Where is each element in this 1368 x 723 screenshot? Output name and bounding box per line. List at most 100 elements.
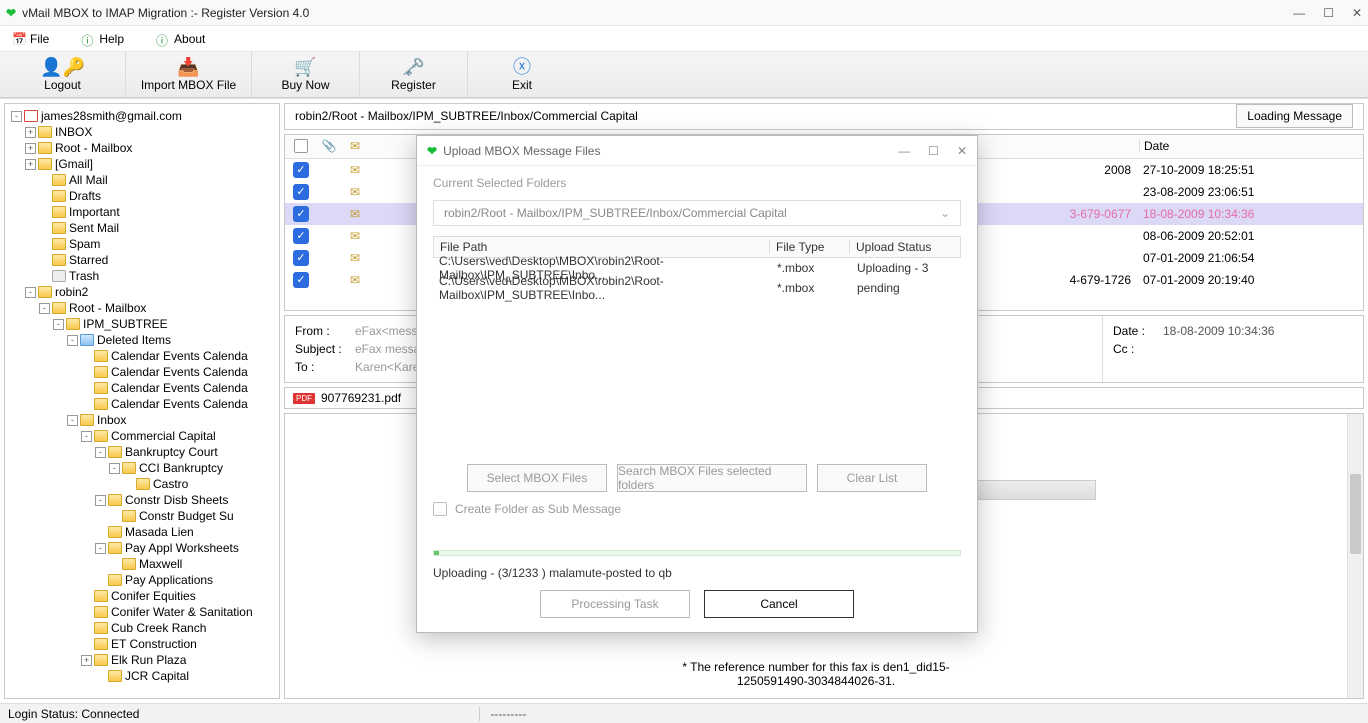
- menu-about[interactable]: ⓘ About: [156, 32, 205, 46]
- tree-toggle[interactable]: -: [81, 431, 92, 442]
- buy-button[interactable]: 🛒 Buy Now: [252, 52, 360, 97]
- menu-help[interactable]: ⓘ Help: [81, 32, 124, 46]
- tree-node[interactable]: -Inbox: [7, 412, 277, 428]
- select-mbox-button[interactable]: Select MBOX Files: [467, 464, 607, 492]
- folder-tree[interactable]: -james28smith@gmail.com+INBOX+Root - Mai…: [5, 104, 279, 698]
- logout-label: Logout: [44, 78, 81, 92]
- folder-icon: [94, 638, 108, 650]
- folder-icon: [52, 190, 66, 202]
- tree-node[interactable]: Drafts: [7, 188, 277, 204]
- row-checkbox[interactable]: ✓: [293, 162, 309, 178]
- tree-node[interactable]: All Mail: [7, 172, 277, 188]
- scroll-thumb[interactable]: [1350, 474, 1361, 554]
- tree-node[interactable]: -Deleted Items: [7, 332, 277, 348]
- dialog-close-icon[interactable]: ✕: [957, 144, 967, 158]
- tree-node[interactable]: Pay Applications: [7, 572, 277, 588]
- attachment-col-icon: 📎: [317, 139, 341, 153]
- loading-message-button[interactable]: Loading Message: [1236, 104, 1353, 128]
- tree-node[interactable]: Calendar Events Calenda: [7, 396, 277, 412]
- create-subfolder-checkbox[interactable]: [433, 502, 447, 516]
- register-button[interactable]: 🗝️ Register: [360, 52, 468, 97]
- tree-node[interactable]: +[Gmail]: [7, 156, 277, 172]
- import-button[interactable]: 📥 Import MBOX File: [126, 52, 252, 97]
- tree-node[interactable]: Conifer Equities: [7, 588, 277, 604]
- tree-node[interactable]: -Pay Appl Worksheets: [7, 540, 277, 556]
- close-icon[interactable]: ✕: [1352, 6, 1362, 20]
- tree-node[interactable]: Important: [7, 204, 277, 220]
- tree-label: Calendar Events Calenda: [111, 349, 248, 363]
- row-checkbox[interactable]: ✓: [293, 228, 309, 244]
- tree-label: Constr Disb Sheets: [125, 493, 228, 507]
- search-mbox-button[interactable]: Search MBOX Files selected folders: [617, 464, 807, 492]
- tree-node[interactable]: -Root - Mailbox: [7, 300, 277, 316]
- maximize-icon[interactable]: ☐: [1323, 6, 1334, 20]
- create-subfolder-checkbox-row[interactable]: Create Folder as Sub Message: [433, 502, 961, 516]
- tree-node[interactable]: Constr Budget Su: [7, 508, 277, 524]
- tree-node[interactable]: Calendar Events Calenda: [7, 380, 277, 396]
- logout-button[interactable]: 👤🔑 Logout: [0, 52, 126, 97]
- menu-file[interactable]: 📅 File: [12, 32, 49, 46]
- tree-toggle[interactable]: -: [95, 543, 106, 554]
- tree-node[interactable]: +INBOX: [7, 124, 277, 140]
- row-checkbox[interactable]: ✓: [293, 272, 309, 288]
- tree-toggle[interactable]: -: [95, 447, 106, 458]
- tree-toggle[interactable]: -: [11, 111, 22, 122]
- tree-toggle[interactable]: -: [67, 335, 78, 346]
- tree-node[interactable]: Calendar Events Calenda: [7, 364, 277, 380]
- processing-task-button[interactable]: Processing Task: [540, 590, 690, 618]
- tree-node[interactable]: Starred: [7, 252, 277, 268]
- date-col[interactable]: Date: [1139, 139, 1363, 153]
- tree-node[interactable]: -IPM_SUBTREE: [7, 316, 277, 332]
- cancel-button[interactable]: Cancel: [704, 590, 854, 618]
- tree-toggle[interactable]: +: [25, 159, 36, 170]
- breadcrumb: robin2/Root - Mailbox/IPM_SUBTREE/Inbox/…: [295, 109, 638, 123]
- dialog-maximize-icon[interactable]: ☐: [928, 144, 939, 158]
- tree-toggle[interactable]: +: [25, 127, 36, 138]
- tree-node[interactable]: -CCI Bankruptcy: [7, 460, 277, 476]
- window-titlebar: ❤ vMail MBOX to IMAP Migration :- Regist…: [0, 0, 1368, 26]
- tree-toggle[interactable]: -: [109, 463, 120, 474]
- file-type: *.mbox: [771, 261, 851, 275]
- tree-node[interactable]: -Commercial Capital: [7, 428, 277, 444]
- tree-toggle[interactable]: -: [95, 495, 106, 506]
- vertical-scrollbar[interactable]: [1347, 414, 1363, 698]
- row-checkbox[interactable]: ✓: [293, 206, 309, 222]
- tree-node[interactable]: -robin2: [7, 284, 277, 300]
- tree-node[interactable]: Castro: [7, 476, 277, 492]
- tree-label: Cub Creek Ranch: [111, 621, 206, 635]
- tree-node[interactable]: Maxwell: [7, 556, 277, 572]
- tree-node[interactable]: Sent Mail: [7, 220, 277, 236]
- exit-button[interactable]: ⓧ Exit: [468, 52, 576, 97]
- tree-toggle[interactable]: -: [53, 319, 64, 330]
- tree-label: ET Construction: [111, 637, 197, 651]
- clear-list-button[interactable]: Clear List: [817, 464, 927, 492]
- tree-toggle[interactable]: +: [25, 143, 36, 154]
- attachment-name[interactable]: 907769231.pdf: [321, 391, 401, 405]
- tree-node[interactable]: - Constr Disb Sheets: [7, 492, 277, 508]
- tree-node[interactable]: JCR Capital: [7, 668, 277, 684]
- tree-toggle[interactable]: -: [25, 287, 36, 298]
- row-checkbox[interactable]: ✓: [293, 250, 309, 266]
- dialog-minimize-icon[interactable]: —: [898, 144, 910, 158]
- tree-toggle[interactable]: -: [39, 303, 50, 314]
- tree-toggle[interactable]: +: [81, 655, 92, 666]
- tree-node[interactable]: Cub Creek Ranch: [7, 620, 277, 636]
- tree-node[interactable]: +Elk Run Plaza: [7, 652, 277, 668]
- tree-node[interactable]: Spam: [7, 236, 277, 252]
- tree-node[interactable]: -Bankruptcy Court: [7, 444, 277, 460]
- tree-node[interactable]: Calendar Events Calenda: [7, 348, 277, 364]
- tree-label: Spam: [69, 237, 100, 251]
- minimize-icon[interactable]: —: [1293, 6, 1305, 20]
- folder-icon: [52, 206, 66, 218]
- tree-node[interactable]: Conifer Water & Sanitation: [7, 604, 277, 620]
- tree-node[interactable]: -james28smith@gmail.com: [7, 108, 277, 124]
- tree-toggle[interactable]: -: [67, 415, 78, 426]
- tree-node[interactable]: Trash: [7, 268, 277, 284]
- tree-node[interactable]: +Root - Mailbox: [7, 140, 277, 156]
- row-checkbox[interactable]: ✓: [293, 184, 309, 200]
- tree-node[interactable]: ET Construction: [7, 636, 277, 652]
- selected-folder-dropdown[interactable]: robin2/Root - Mailbox/IPM_SUBTREE/Inbox/…: [433, 200, 961, 226]
- select-all-checkbox[interactable]: [294, 139, 308, 153]
- tree-node[interactable]: Masada Lien: [7, 524, 277, 540]
- file-row[interactable]: C:\Users\ved\Desktop\MBOX\robin2\Root-Ma…: [433, 278, 961, 298]
